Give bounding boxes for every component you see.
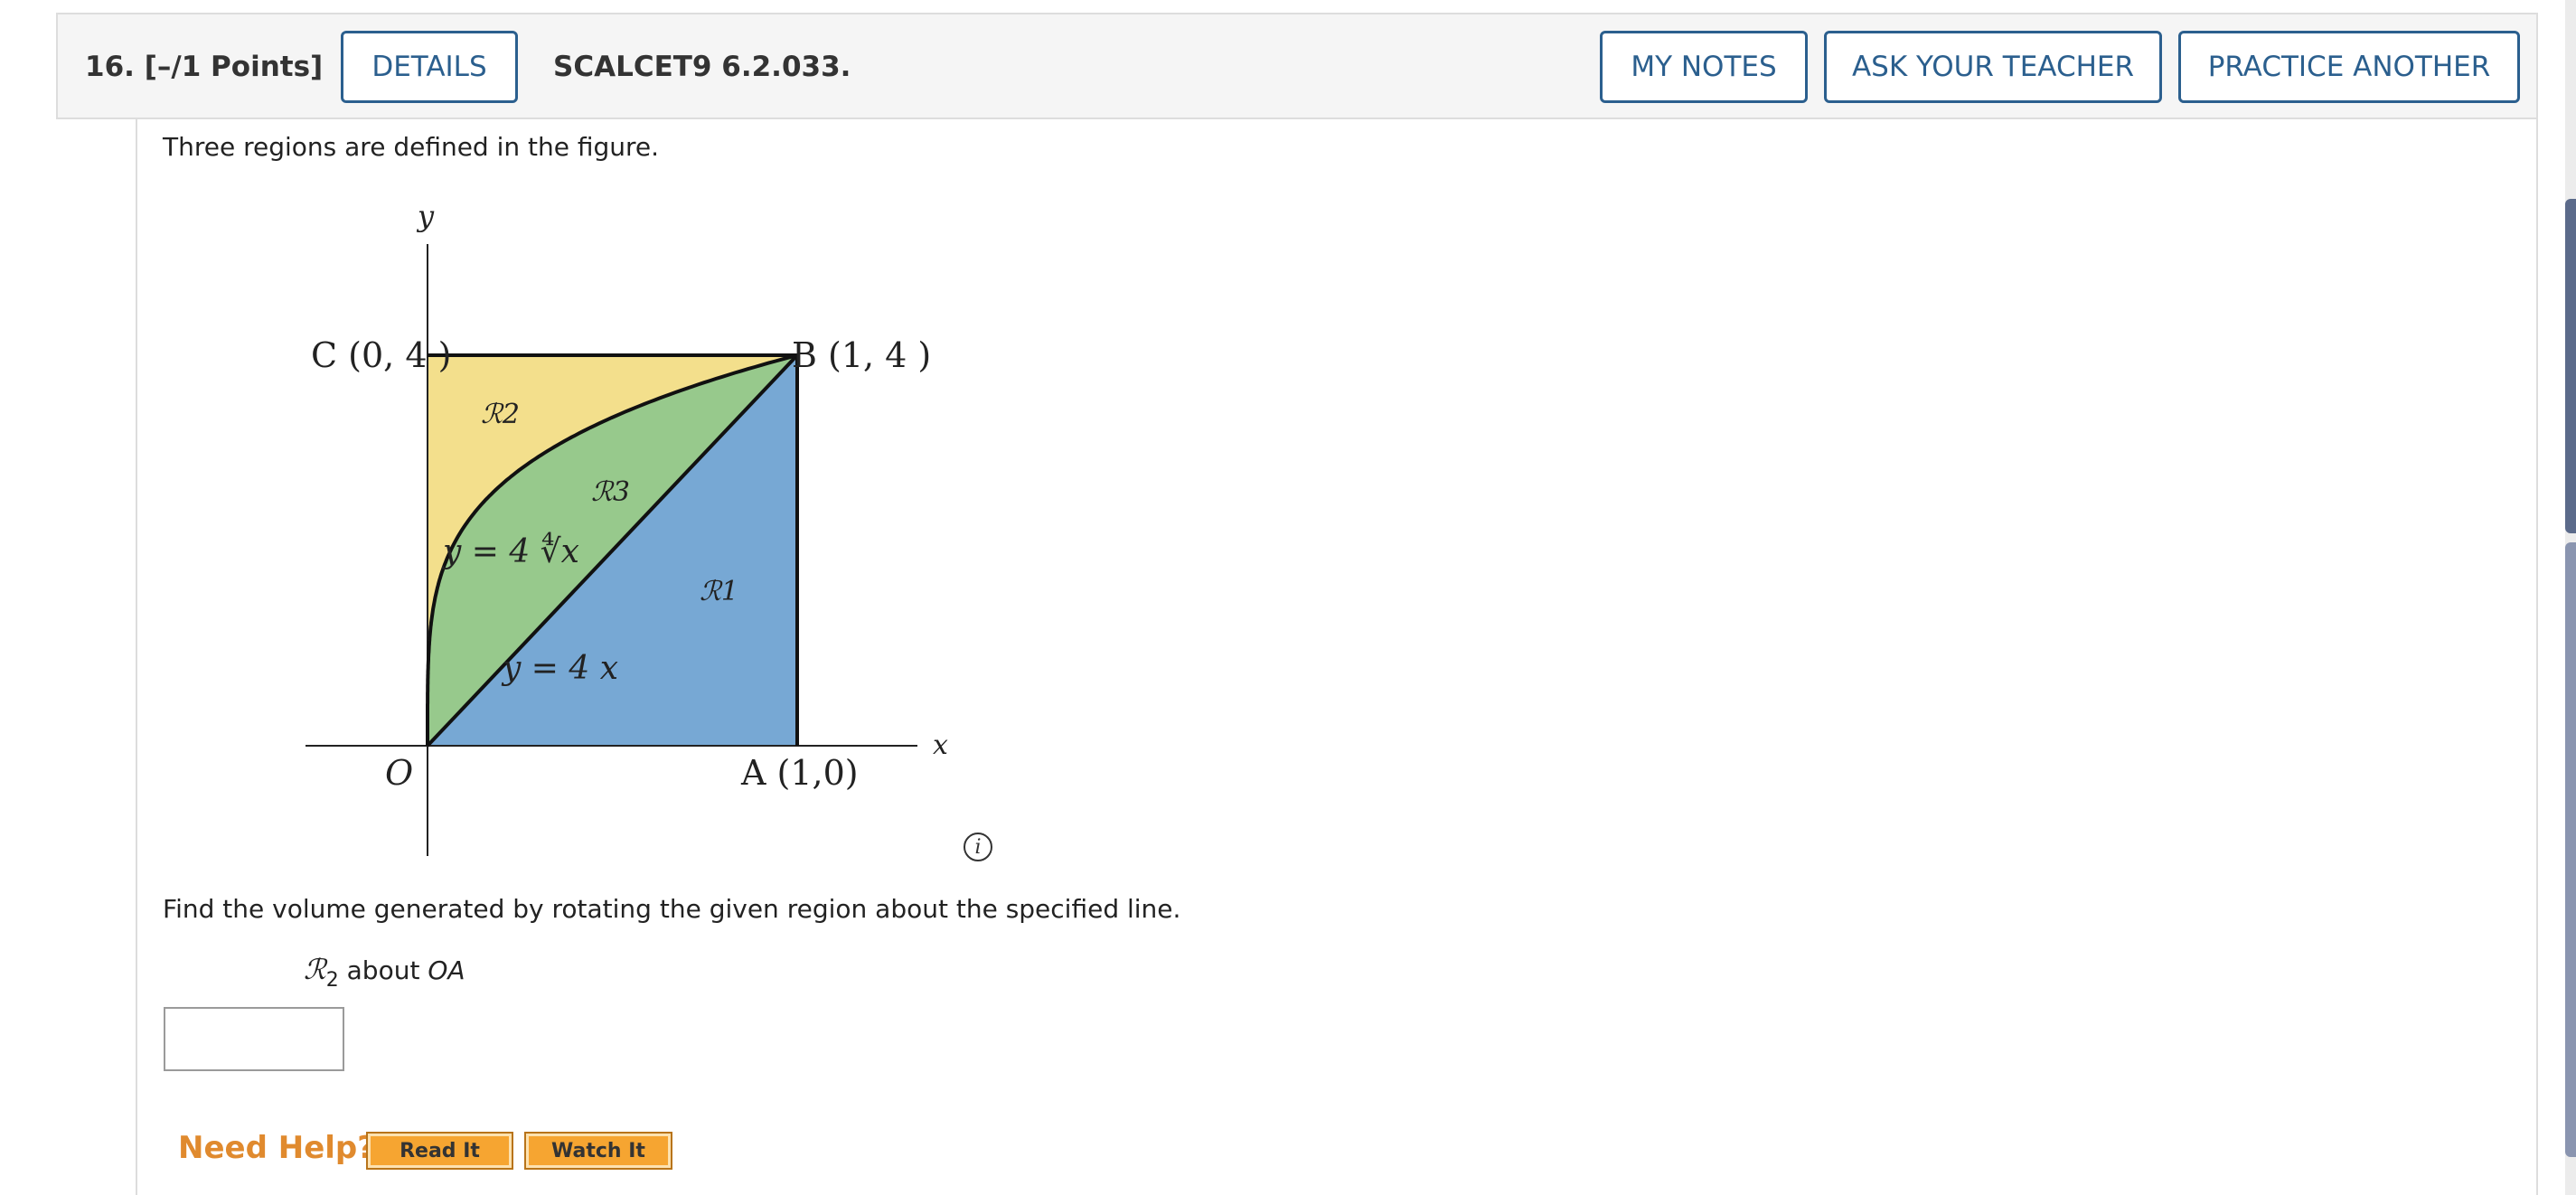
- need-help-label: Need Help?: [178, 1130, 375, 1166]
- point-c-label: C (0, 4 ): [311, 335, 452, 375]
- window-edge: [2565, 0, 2576, 1195]
- question-number: 16. [–/1 Points]: [85, 51, 324, 83]
- region-r2-label: ℛ2: [481, 399, 521, 430]
- watch-it-button[interactable]: Watch It: [524, 1132, 672, 1170]
- region-prompt: ℛ2 about OA: [304, 954, 465, 992]
- my-notes-button[interactable]: MY NOTES: [1600, 31, 1808, 103]
- read-it-button[interactable]: Read It: [366, 1132, 513, 1170]
- problem-intro: Three regions are defined in the figure.: [163, 132, 660, 162]
- region-symbol: ℛ: [304, 954, 326, 986]
- edge-tab-lower: [2565, 542, 2576, 1157]
- ask-teacher-button[interactable]: ASK YOUR TEACHER: [1824, 31, 2162, 103]
- details-button[interactable]: DETAILS: [341, 31, 518, 103]
- problem-question: Find the volume generated by rotating th…: [163, 894, 1181, 924]
- region-subscript: 2: [325, 969, 339, 992]
- question-header: 16. [–/1 Points] DETAILS SCALCET9 6.2.03…: [56, 13, 2538, 119]
- point-o-label: O: [385, 753, 414, 793]
- point-a-label: A (1,0): [741, 753, 859, 793]
- edge-tab-upper: [2565, 199, 2576, 533]
- region-r3-label: ℛ3: [591, 476, 631, 508]
- regions-figure: y x C (0, 4 ) B (1, 4 ) O A (1,0) ℛ2 ℛ3 …: [289, 185, 1030, 877]
- x-axis-label: x: [933, 729, 948, 761]
- info-icon[interactable]: i: [964, 833, 992, 861]
- region-about-text: about: [346, 955, 420, 985]
- point-b-label: B (1, 4 ): [792, 335, 932, 375]
- course-code: SCALCET9 6.2.033.: [553, 51, 851, 83]
- line-label: y = 4 x: [503, 650, 619, 687]
- practice-another-button[interactable]: PRACTICE ANOTHER: [2178, 31, 2520, 103]
- y-axis-label: y: [418, 199, 435, 233]
- curve-label: y = 4 ∜x: [443, 533, 579, 570]
- answer-input[interactable]: [164, 1007, 344, 1071]
- region-r1-label: ℛ1: [700, 576, 739, 607]
- region-axis-line: OA: [428, 955, 465, 985]
